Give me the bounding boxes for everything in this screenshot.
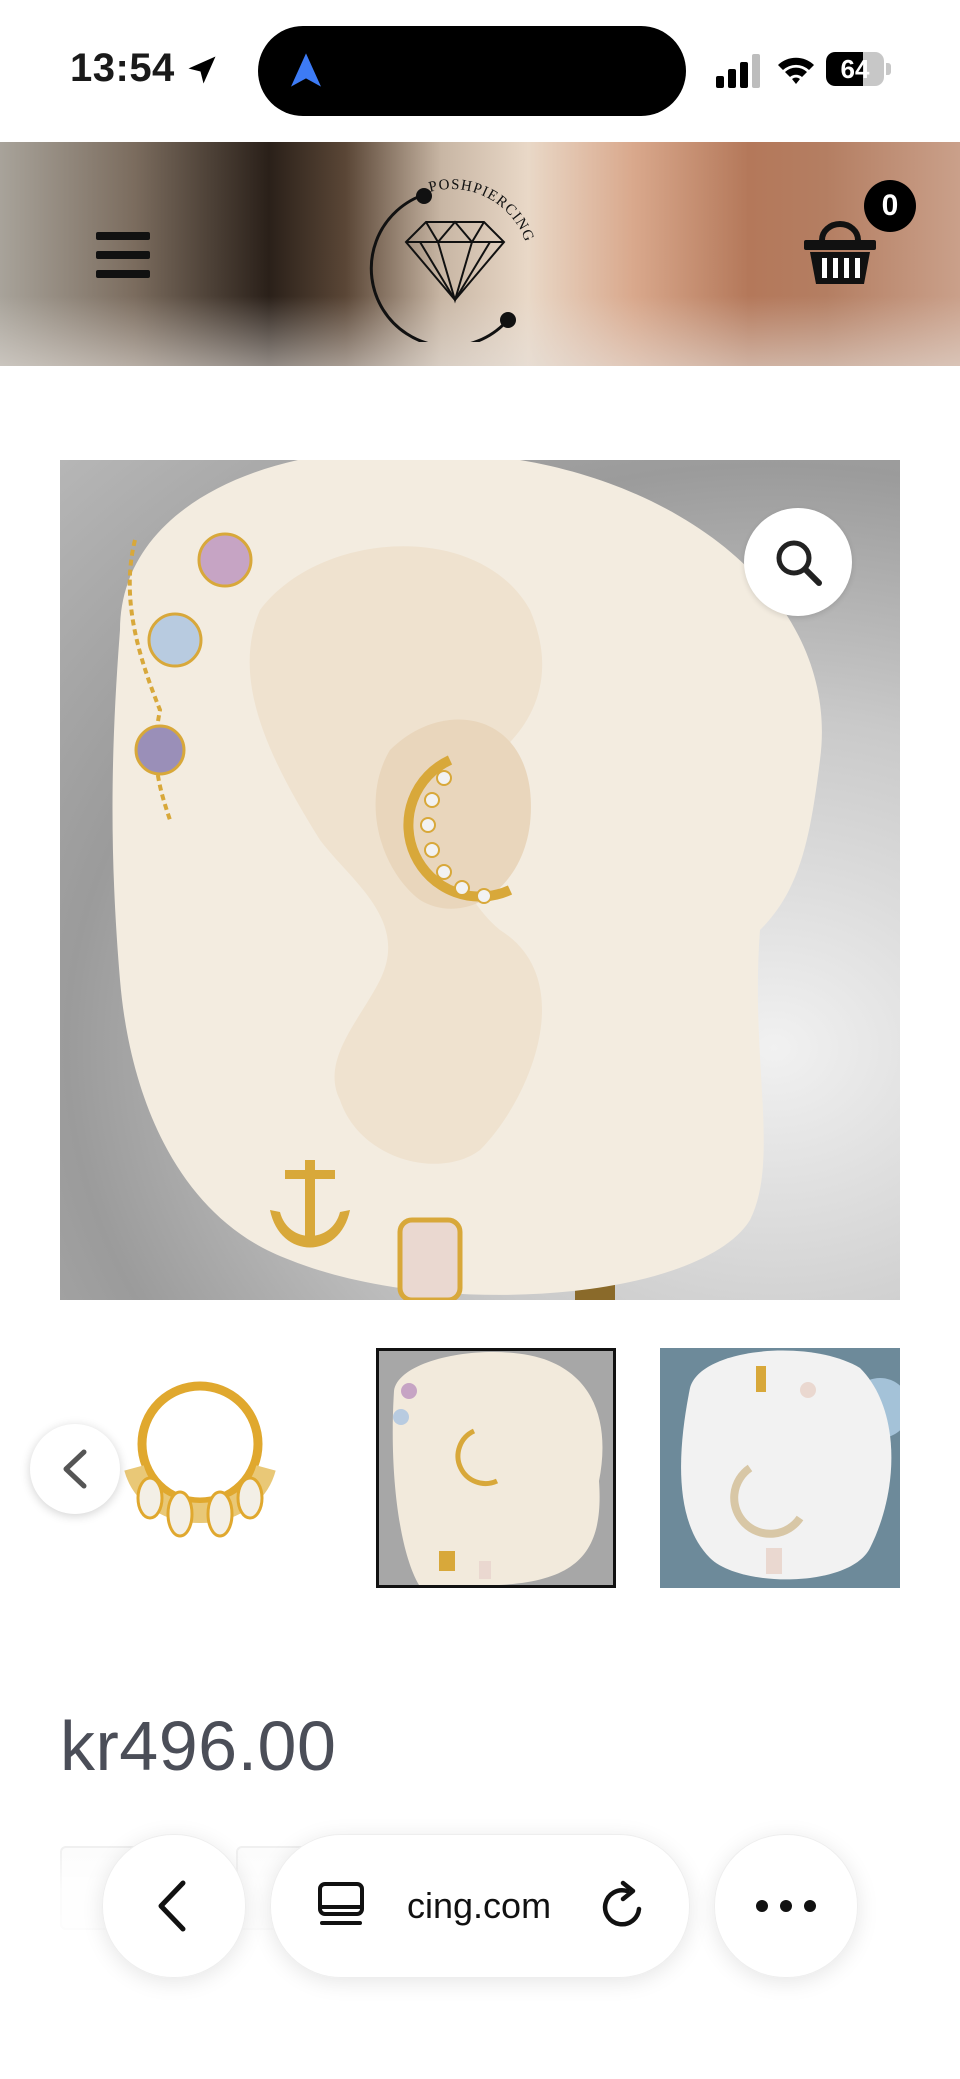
cellular-signal-icon bbox=[716, 54, 760, 88]
magnifier-icon bbox=[776, 540, 822, 586]
brand-logo[interactable]: POSHPIERCING bbox=[368, 162, 552, 348]
site-header: POSHPIERCING 0 bbox=[0, 142, 960, 366]
cart-count-badge[interactable]: 0 bbox=[864, 180, 916, 232]
product-price: kr496.00 bbox=[60, 1707, 337, 1785]
battery-indicator: 64 bbox=[826, 52, 892, 88]
browser-more-button[interactable] bbox=[714, 1834, 858, 1978]
wifi-icon bbox=[778, 57, 814, 84]
ellipsis-icon bbox=[756, 1900, 816, 1912]
browser-address-bar[interactable]: cing.com bbox=[270, 1834, 690, 1978]
thumbnail-strip bbox=[0, 1346, 960, 1590]
reload-icon[interactable] bbox=[597, 1879, 649, 1933]
dynamic-island bbox=[258, 26, 686, 116]
url-text: cing.com bbox=[407, 1885, 552, 1926]
browser-back-button[interactable] bbox=[102, 1834, 246, 1978]
zoom-button[interactable] bbox=[744, 508, 852, 616]
tabs-icon bbox=[318, 1882, 364, 1925]
hamburger-menu-icon[interactable] bbox=[96, 232, 150, 278]
chevron-left-icon bbox=[63, 1449, 87, 1489]
previous-thumbnail-button[interactable] bbox=[30, 1424, 120, 1514]
basket-icon[interactable] bbox=[800, 214, 880, 288]
chevron-left-icon bbox=[158, 1880, 186, 1932]
status-time: 13:54 bbox=[70, 46, 175, 90]
navigation-icon bbox=[291, 53, 321, 87]
status-bar: 13:54 64 bbox=[0, 0, 960, 142]
thumbnail-3[interactable] bbox=[660, 1348, 900, 1588]
thumbnail-2-selected[interactable] bbox=[376, 1348, 616, 1588]
location-arrow-icon bbox=[188, 56, 216, 84]
battery-percent: 64 bbox=[840, 54, 870, 84]
